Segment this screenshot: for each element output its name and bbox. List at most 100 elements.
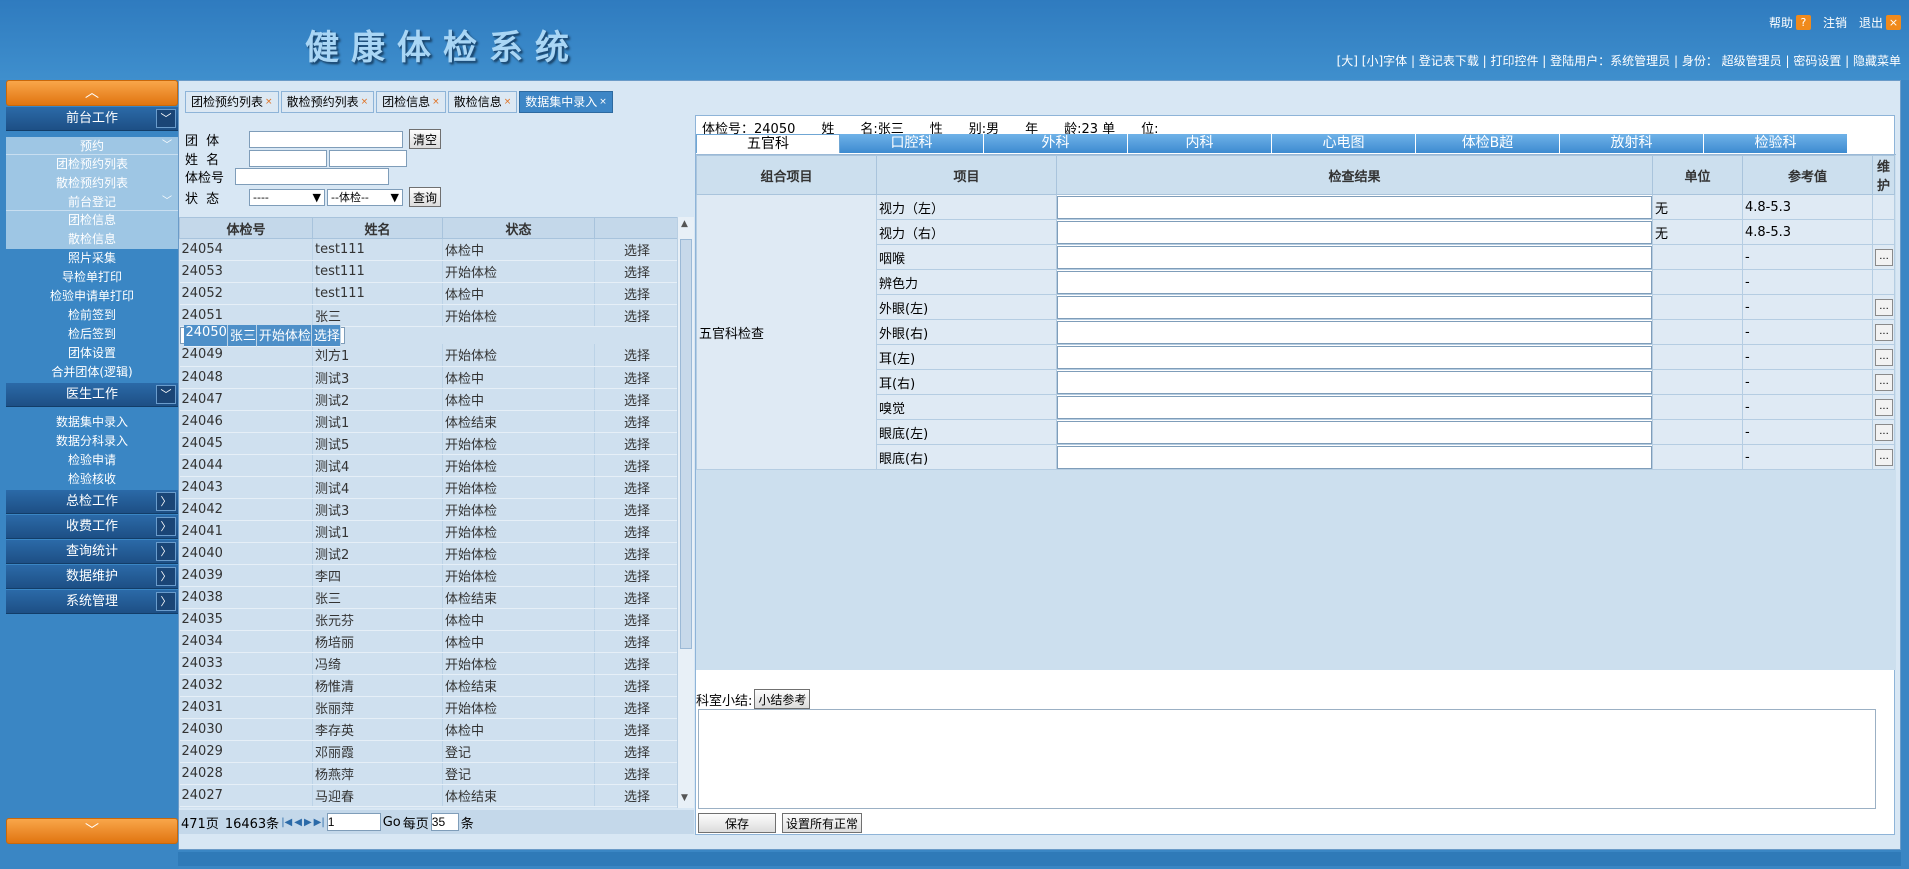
col-header-status[interactable]: 状态 bbox=[442, 217, 595, 239]
table-row[interactable]: 24039 李四 开始体检 选择 bbox=[179, 564, 677, 587]
save-button[interactable]: 保存 bbox=[698, 813, 776, 833]
sidebar-sub-frontdesk-register[interactable]: 前台登记 ﹀ bbox=[6, 193, 178, 211]
go-button[interactable]: Go bbox=[383, 815, 401, 830]
select-link[interactable]: 选择 bbox=[594, 718, 677, 741]
table-row[interactable]: 24029 邓丽霞 登记 选择 bbox=[179, 740, 677, 763]
select-link[interactable]: 选择 bbox=[594, 564, 677, 587]
tab-dept-internal[interactable]: 内科 bbox=[1128, 134, 1272, 153]
select-link[interactable]: 选择 bbox=[594, 542, 677, 565]
col-header-name[interactable]: 姓名 bbox=[312, 217, 443, 239]
sidebar-section-final-check[interactable]: 总检工作〉 bbox=[6, 490, 178, 514]
name-input-2[interactable] bbox=[329, 150, 407, 167]
result-input[interactable] bbox=[1057, 195, 1652, 219]
sidebar-item-group-reservation-list[interactable]: 团检预约列表 bbox=[6, 155, 178, 174]
table-row[interactable]: 24050 张三 开始体检 选择 bbox=[179, 324, 345, 347]
result-input[interactable] bbox=[1057, 395, 1652, 419]
last-page-icon[interactable]: ▶| bbox=[314, 817, 325, 828]
col-header-id[interactable]: 体检号 bbox=[179, 217, 313, 239]
result-input[interactable] bbox=[1057, 345, 1652, 369]
sidebar-item-data-dept-entry[interactable]: 数据分科录入 bbox=[6, 432, 178, 451]
close-icon[interactable]: × bbox=[265, 92, 273, 112]
result-input[interactable] bbox=[1057, 245, 1652, 269]
table-row[interactable]: 24032 杨惟清 体检结束 选择 bbox=[179, 674, 677, 697]
more-button[interactable]: ... bbox=[1875, 299, 1893, 316]
table-row[interactable]: 24042 测试3 开始体检 选择 bbox=[179, 498, 677, 521]
tab-individual-reservation[interactable]: 散检预约列表 × bbox=[280, 91, 375, 113]
sidebar-item-checkin-after[interactable]: 检后签到 bbox=[6, 325, 178, 344]
select-link[interactable]: 选择 bbox=[594, 304, 677, 327]
select-link[interactable]: 选择 bbox=[594, 674, 677, 697]
exit-link[interactable]: 退出 × bbox=[1859, 14, 1901, 31]
table-row[interactable]: 24054 test111 体检中 选择 bbox=[179, 238, 677, 261]
table-row[interactable]: 24043 测试4 开始体检 选择 bbox=[179, 476, 677, 499]
close-icon[interactable]: × bbox=[432, 92, 440, 112]
tab-group-reservation[interactable]: 团检预约列表 × bbox=[185, 91, 279, 113]
sidebar-item-merge-group[interactable]: 合并团体(逻辑) bbox=[6, 363, 178, 382]
select-link[interactable]: 选择 bbox=[594, 784, 677, 807]
summary-textarea[interactable] bbox=[698, 709, 1876, 809]
sidebar-section-query-stats[interactable]: 查询统计〉 bbox=[6, 540, 178, 564]
page-input[interactable] bbox=[326, 813, 381, 831]
tab-dept-radiology[interactable]: 放射科 bbox=[1560, 134, 1704, 153]
sidebar-item-lab-request[interactable]: 检验申请 bbox=[6, 451, 178, 470]
result-input[interactable] bbox=[1057, 295, 1652, 319]
sidebar-section-system[interactable]: 系统管理〉 bbox=[6, 590, 178, 614]
exam-id-input[interactable] bbox=[235, 168, 389, 185]
tab-data-central-entry[interactable]: 数据集中录入 × bbox=[519, 91, 613, 113]
result-input[interactable] bbox=[1057, 270, 1652, 294]
select-link[interactable]: 选择 bbox=[594, 282, 677, 305]
sidebar-item-photo[interactable]: 照片采集 bbox=[6, 249, 178, 268]
query-button[interactable]: 查询 bbox=[409, 187, 442, 207]
result-input[interactable] bbox=[1057, 445, 1652, 469]
sidebar-scroll-down-button[interactable]: ﹀ bbox=[6, 818, 178, 844]
select-link[interactable]: 选择 bbox=[594, 432, 677, 455]
table-row[interactable]: 24053 test111 开始体检 选择 bbox=[179, 260, 677, 283]
sidebar-item-individual-reservation-list[interactable]: 散检预约列表 bbox=[6, 174, 178, 193]
scroll-thumb[interactable] bbox=[680, 239, 692, 649]
sidebar-item-lab-receive[interactable]: 检验核收 bbox=[6, 470, 178, 489]
sidebar-item-guide-print[interactable]: 导检单打印 bbox=[6, 268, 178, 287]
more-button[interactable]: ... bbox=[1875, 324, 1893, 341]
table-row[interactable]: 24038 张三 体检结束 选择 bbox=[179, 586, 677, 609]
close-icon[interactable]: × bbox=[361, 92, 369, 112]
table-row[interactable]: 24027 马迎春 体检结束 选择 bbox=[179, 784, 677, 807]
table-row[interactable]: 24035 张元芬 体检中 选择 bbox=[179, 608, 677, 631]
table-row[interactable]: 24052 test111 体检中 选择 bbox=[179, 282, 677, 305]
select-link[interactable]: 选择 bbox=[594, 366, 677, 389]
select-link[interactable]: 选择 bbox=[594, 696, 677, 719]
more-button[interactable]: ... bbox=[1875, 399, 1893, 416]
table-row[interactable]: 24044 测试4 开始体检 选择 bbox=[179, 454, 677, 477]
select-link[interactable]: 选择 bbox=[594, 238, 677, 261]
select-link[interactable]: 选择 bbox=[594, 410, 677, 433]
more-button[interactable]: ... bbox=[1875, 424, 1893, 441]
name-input[interactable] bbox=[249, 150, 327, 167]
sidebar-item-group-settings[interactable]: 团体设置 bbox=[6, 344, 178, 363]
table-row[interactable]: 24028 杨燕萍 登记 选择 bbox=[179, 762, 677, 785]
summary-reference-button[interactable]: 小结参考 bbox=[754, 689, 811, 709]
sidebar-item-checkin-before[interactable]: 检前签到 bbox=[6, 306, 178, 325]
select-link[interactable]: 选择 bbox=[594, 498, 677, 521]
exam-status-select[interactable]: --体检-- ▼ bbox=[327, 188, 403, 206]
sidebar-section-frontdesk[interactable]: 前台工作 ﹀ bbox=[6, 107, 178, 131]
tab-dept-ent[interactable]: 五官科 bbox=[696, 134, 840, 153]
grid-scrollbar[interactable]: ▲ ▼ bbox=[677, 217, 694, 808]
tab-dept-dental[interactable]: 口腔科 bbox=[840, 134, 984, 153]
nav-links[interactable]: [大] [小]字体 | 登记表下载 | 打印控件 | 登陆用户：系统管理员 | … bbox=[1337, 52, 1901, 69]
scroll-up-icon[interactable]: ▲ bbox=[681, 219, 688, 229]
more-button[interactable]: ... bbox=[1875, 449, 1893, 466]
table-row[interactable]: 24049 刘方1 开始体检 选择 bbox=[179, 344, 677, 367]
set-all-normal-button[interactable]: 设置所有正常 bbox=[782, 813, 863, 833]
table-row[interactable]: 24047 测试2 体检中 选择 bbox=[179, 388, 677, 411]
logout-link[interactable]: 注销 bbox=[1823, 14, 1847, 31]
tab-dept-ecg[interactable]: 心电图 bbox=[1272, 134, 1416, 153]
more-button[interactable]: ... bbox=[1875, 374, 1893, 391]
result-input[interactable] bbox=[1057, 320, 1652, 344]
scroll-down-icon[interactable]: ▼ bbox=[681, 793, 688, 803]
result-input[interactable] bbox=[1057, 370, 1652, 394]
table-row[interactable]: 24031 张丽萍 开始体检 选择 bbox=[179, 696, 677, 719]
more-button[interactable]: ... bbox=[1875, 249, 1893, 266]
result-input[interactable] bbox=[1057, 220, 1652, 244]
table-row[interactable]: 24033 冯绮 开始体检 选择 bbox=[179, 652, 677, 675]
sidebar-section-billing[interactable]: 收费工作〉 bbox=[6, 515, 178, 539]
more-button[interactable]: ... bbox=[1875, 349, 1893, 366]
